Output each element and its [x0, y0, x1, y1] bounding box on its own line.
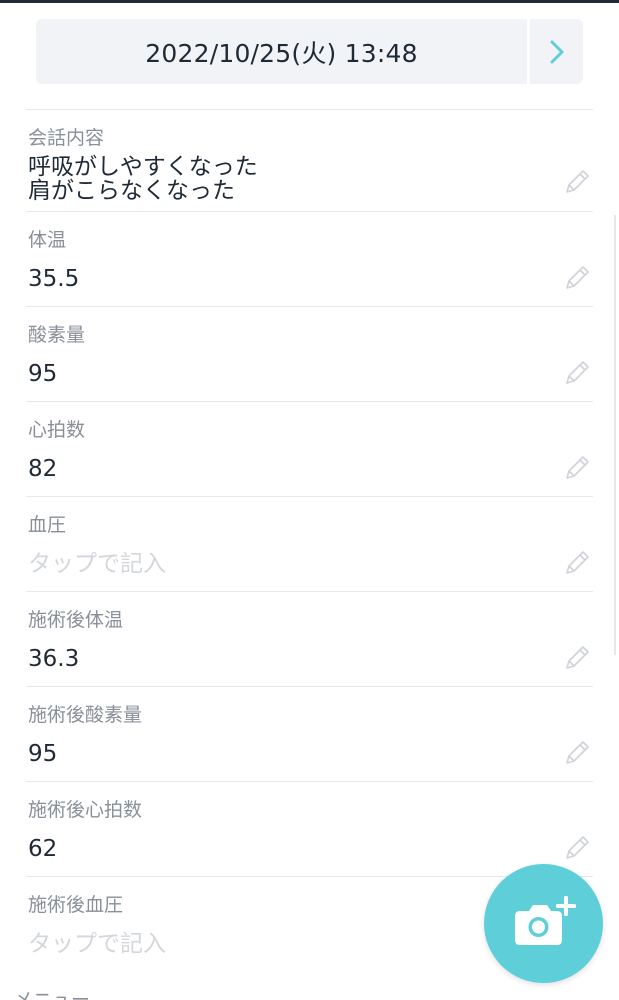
field-label: 施術後酸素量 [28, 704, 143, 726]
add-photo-button[interactable] [484, 864, 603, 983]
field-value: 36.3 [28, 646, 80, 672]
pencil-icon[interactable] [561, 166, 593, 198]
field-value: 35.5 [28, 266, 80, 292]
field-row-oxygen[interactable]: 酸素量 95 [26, 306, 593, 401]
pencil-icon[interactable] [561, 547, 593, 579]
field-row-body-temperature[interactable]: 体温 35.5 [26, 211, 593, 306]
field-label: 施術後心拍数 [28, 799, 143, 821]
next-record-button[interactable] [530, 19, 583, 84]
field-value: 呼吸がしやすくなった 肩がこらなくなった [28, 154, 258, 204]
field-row-post-oxygen[interactable]: 施術後酸素量 95 [26, 686, 593, 781]
field-value: 62 [28, 836, 58, 862]
field-value: 95 [28, 361, 58, 387]
field-row-conversation[interactable]: 会話内容 呼吸がしやすくなった 肩がこらなくなった [26, 109, 593, 211]
field-row-blood-pressure[interactable]: 血圧 タップで記入 [26, 496, 593, 591]
field-label: 酸素量 [28, 324, 86, 346]
field-label: 施術後血圧 [28, 894, 124, 916]
camera-plus-icon [514, 895, 576, 945]
pencil-icon[interactable] [561, 357, 593, 389]
field-row-post-body-temperature[interactable]: 施術後体温 36.3 [26, 591, 593, 686]
vitals-field-list: 会話内容 呼吸がしやすくなった 肩がこらなくなった 体温 35.5 酸素量 95… [26, 109, 593, 976]
field-label: 施術後体温 [28, 609, 124, 631]
field-value: 95 [28, 741, 58, 767]
datetime-display[interactable]: 2022/10/25(火) 13:48 [36, 19, 527, 84]
field-value: 82 [28, 456, 58, 482]
pencil-icon[interactable] [561, 642, 593, 674]
pencil-icon[interactable] [561, 737, 593, 769]
field-row-heart-rate[interactable]: 心拍数 82 [26, 401, 593, 496]
chevron-right-icon [550, 40, 563, 63]
pencil-icon[interactable] [561, 832, 593, 864]
field-placeholder: タップで記入 [28, 931, 166, 957]
record-detail-screen: 2022/10/25(火) 13:48 会話内容 呼吸がしやすくなった 肩がこら… [0, 0, 619, 1000]
field-label: 心拍数 [28, 419, 86, 441]
field-label: 会話内容 [28, 127, 105, 149]
field-placeholder: タップで記入 [28, 551, 166, 577]
field-label: 血圧 [28, 514, 67, 536]
field-row-post-heart-rate[interactable]: 施術後心拍数 62 [26, 781, 593, 876]
top-border [0, 0, 619, 3]
menu-section-label: メニュー [14, 989, 91, 1000]
pencil-icon[interactable] [561, 262, 593, 294]
pencil-icon[interactable] [561, 452, 593, 484]
scrollbar[interactable] [614, 215, 616, 655]
field-label: 体温 [28, 229, 67, 251]
